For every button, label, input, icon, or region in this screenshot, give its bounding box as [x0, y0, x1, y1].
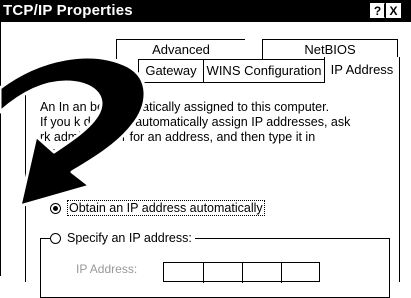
- obtain-ip-option[interactable]: Obtain an IP address automatically: [50, 199, 265, 217]
- tab-netbios[interactable]: NetBIOS: [262, 39, 398, 59]
- tab-gateway[interactable]: Gateway: [138, 59, 203, 83]
- description-text: An In an be automatically assigned to th…: [40, 100, 351, 159]
- ip-address-field[interactable]: [163, 262, 320, 283]
- specify-ip-option[interactable]: Specify an IP address:: [50, 229, 195, 247]
- ip-octet-divider: [281, 263, 282, 283]
- ip-octet-divider: [242, 263, 243, 283]
- ip-octet-divider: [203, 263, 204, 283]
- obtain-ip-radio[interactable]: [50, 203, 61, 214]
- obtain-ip-label[interactable]: Obtain an IP address automatically: [67, 200, 265, 216]
- tab-wins-configuration[interactable]: WINS Configuration: [203, 59, 324, 83]
- tab-ip-address[interactable]: IP Address: [324, 57, 400, 83]
- active-tab-gap: [325, 82, 399, 84]
- close-button[interactable]: X: [386, 3, 401, 18]
- title-bar: TCP/IP Properties ? X: [0, 0, 411, 22]
- specify-ip-label[interactable]: Specify an IP address:: [67, 231, 192, 245]
- help-button[interactable]: ?: [370, 3, 385, 18]
- window-title: TCP/IP Properties: [3, 2, 133, 19]
- ip-address-label: IP Address:: [76, 262, 138, 276]
- specify-ip-radio[interactable]: [50, 233, 61, 244]
- tab-advanced[interactable]: Advanced: [116, 39, 245, 59]
